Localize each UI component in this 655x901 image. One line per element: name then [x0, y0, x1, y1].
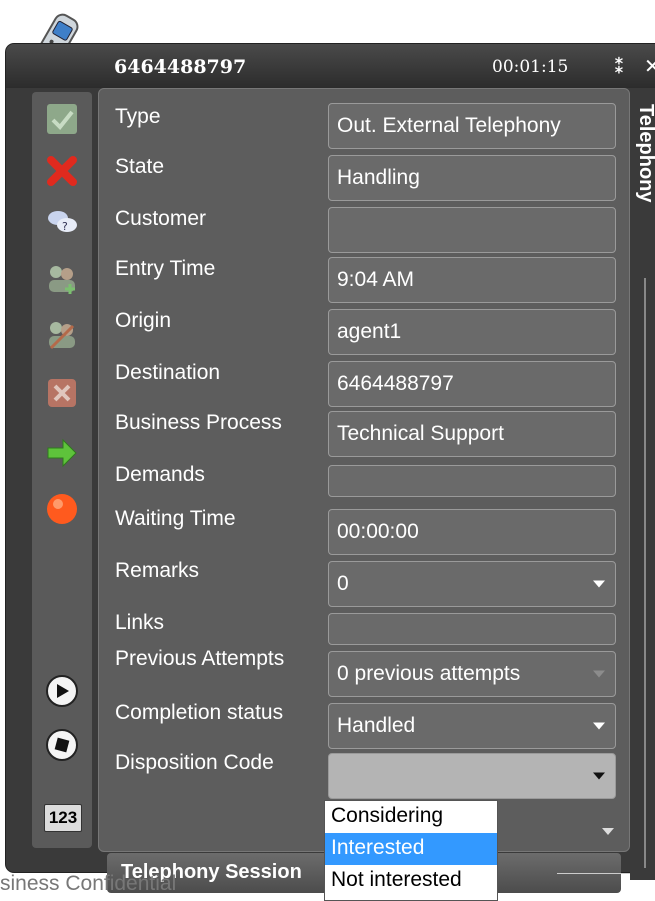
- demands-field[interactable]: [328, 465, 616, 497]
- disposition-options-list: Considering Interested Not interested: [324, 800, 498, 901]
- links-field[interactable]: [328, 613, 616, 645]
- side-tab-divider: [644, 278, 646, 868]
- field-label: Business Process: [115, 411, 282, 434]
- field-label: Previous Attempts: [115, 647, 285, 670]
- origin-field[interactable]: agent1: [328, 309, 616, 355]
- keypad-icon[interactable]: 123: [44, 804, 82, 832]
- caller-number: 6464488797: [114, 56, 247, 78]
- telephony-side-tab[interactable]: Telephony .hi: [630, 100, 655, 896]
- action-toolbar: ? 123: [32, 92, 92, 848]
- question-chat-icon[interactable]: ?: [45, 204, 79, 238]
- previous-attempts-dropdown[interactable]: 0 previous attempts: [328, 651, 616, 697]
- field-label: Disposition Code: [115, 751, 274, 774]
- remarks-dropdown[interactable]: 0: [328, 561, 616, 607]
- cancel-icon[interactable]: [45, 376, 79, 410]
- window-titlebar[interactable]: 6464488797 00:01:15 ⁑ ✕: [6, 44, 655, 88]
- check-icon[interactable]: [45, 102, 79, 136]
- telephony-window: 6464488797 00:01:15 ⁑ ✕ ? 123 Type Out. …: [6, 44, 655, 896]
- field-label: Origin: [115, 309, 172, 332]
- details-panel: Type Out. External Telephony State Handl…: [98, 88, 637, 893]
- transfer-agents-icon[interactable]: [45, 318, 79, 352]
- field-value: Technical Support: [337, 422, 504, 445]
- waiting-time-field[interactable]: 00:00:00: [328, 509, 616, 555]
- field-value: 0 previous attempts: [337, 662, 521, 685]
- pin-icon[interactable]: ⁑: [614, 54, 624, 78]
- forward-arrow-icon[interactable]: [45, 436, 79, 470]
- svg-text:?: ?: [62, 220, 68, 233]
- field-label: Destination: [115, 361, 221, 384]
- entry-time-field[interactable]: 9:04 AM: [328, 257, 616, 303]
- business-process-field[interactable]: Technical Support: [328, 411, 616, 457]
- session-divider: [557, 873, 637, 874]
- dropdown-option[interactable]: Considering: [325, 801, 497, 833]
- chevron-down-icon: [593, 772, 605, 780]
- disposition-code-dropdown[interactable]: [328, 753, 616, 799]
- chevron-down-icon[interactable]: [602, 828, 614, 835]
- field-label: Demands: [115, 463, 205, 486]
- dropdown-option[interactable]: Not interested: [325, 865, 497, 897]
- field-label: Links: [115, 611, 165, 634]
- side-tab-label: Telephony: [635, 104, 655, 203]
- side-tab-tail: .hi: [638, 880, 655, 896]
- destination-field[interactable]: 6464488797: [328, 361, 616, 407]
- field-value: 00:00:00: [337, 520, 419, 543]
- chevron-down-icon: [593, 670, 605, 678]
- field-value: Handled: [337, 714, 416, 737]
- field-value: Handling: [337, 166, 420, 189]
- type-field[interactable]: Out. External Telephony: [328, 103, 616, 149]
- field-label: Entry Time: [115, 257, 216, 280]
- chevron-down-icon: [593, 580, 605, 588]
- field-value: agent1: [337, 320, 402, 343]
- add-agents-icon[interactable]: [45, 262, 79, 296]
- customer-field[interactable]: [328, 207, 616, 253]
- completion-status-dropdown[interactable]: Handled: [328, 703, 616, 749]
- field-label: Customer: [115, 207, 207, 230]
- field-label: Completion status: [115, 701, 284, 724]
- stop-icon[interactable]: [45, 728, 79, 762]
- close-icon[interactable]: ✕: [644, 54, 655, 78]
- call-timer: 00:01:15: [492, 57, 569, 77]
- field-value: 9:04 AM: [337, 268, 415, 291]
- state-field[interactable]: Handling: [328, 155, 616, 201]
- field-label: Waiting Time: [115, 507, 236, 530]
- record-icon[interactable]: [45, 492, 79, 526]
- field-value: Out. External Telephony: [337, 114, 561, 137]
- field-label: Type: [115, 105, 161, 128]
- field-value: 0: [337, 572, 349, 595]
- play-icon[interactable]: [45, 674, 79, 708]
- keypad-label: 123: [48, 808, 78, 827]
- confidential-footer: siness Confidential: [0, 872, 177, 895]
- dropdown-option-highlighted[interactable]: Interested: [325, 833, 497, 865]
- field-label: State: [115, 155, 165, 178]
- field-value: 6464488797: [337, 372, 454, 395]
- red-x-icon[interactable]: [45, 154, 79, 188]
- chevron-down-icon: [593, 722, 605, 730]
- field-label: Remarks: [115, 559, 200, 582]
